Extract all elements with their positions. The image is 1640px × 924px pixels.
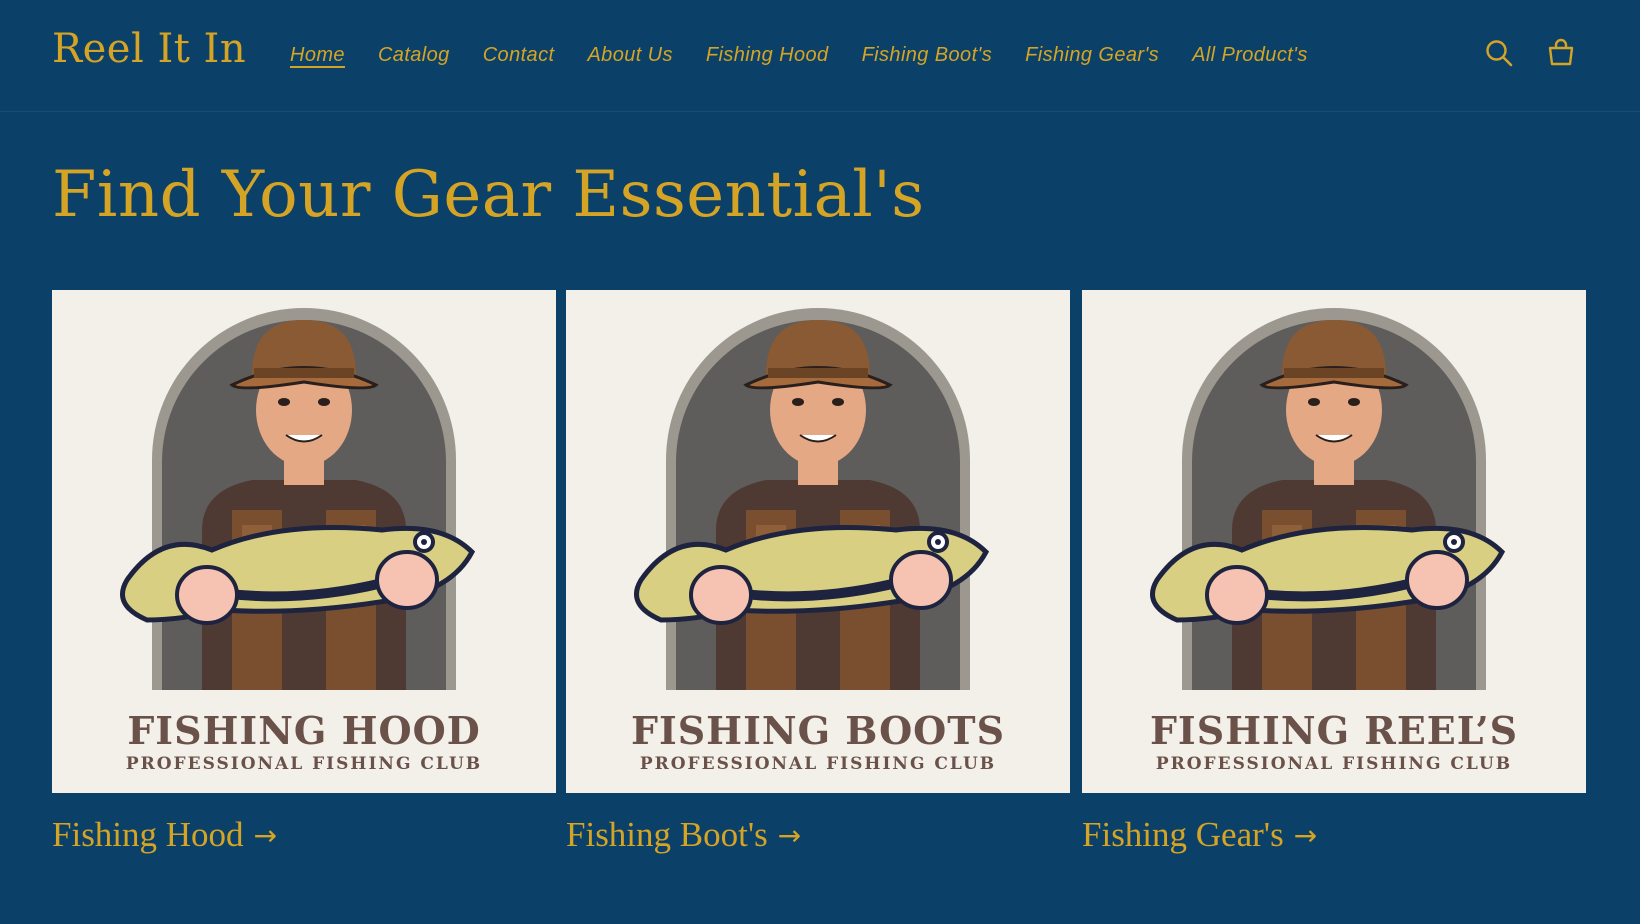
collection-card[interactable]: FISHING REEL’S PROFESSIONAL FISHING CLUB… [1082, 290, 1586, 855]
arrow-right-icon: → [1293, 818, 1318, 852]
collection-card-link-label: Fishing Hood [52, 815, 244, 854]
collection-card-badge-subtitle: PROFESSIONAL FISHING CLUB [639, 754, 997, 774]
cart-button[interactable] [1544, 36, 1578, 70]
site-header: Reel It In Home Catalog Contact About Us… [0, 0, 1640, 112]
collection-card[interactable]: FISHING HOOD PROFESSIONAL FISHING CLUB F… [52, 290, 556, 855]
arrow-right-icon: → [253, 818, 278, 852]
collection-card-link[interactable]: Fishing Hood → [52, 815, 277, 855]
collection-card-image[interactable]: FISHING BOOTS PROFESSIONAL FISHING CLUB [566, 290, 1070, 793]
nav-contact[interactable]: Contact [483, 44, 555, 67]
nav-about-us[interactable]: About Us [587, 44, 672, 67]
collection-card-image[interactable]: FISHING HOOD PROFESSIONAL FISHING CLUB [52, 290, 556, 793]
main-nav: Home Catalog Contact About Us Fishing Ho… [290, 40, 1308, 70]
search-icon [1486, 40, 1513, 67]
nav-all-products[interactable]: All Product's [1192, 44, 1308, 67]
collection-card-badge-title: FISHING HOOD [127, 708, 481, 753]
collection-card-link[interactable]: Fishing Boot's → [566, 815, 801, 855]
collection-card-link-label: Fishing Gear's [1082, 815, 1284, 854]
nav-catalog[interactable]: Catalog [378, 44, 450, 67]
nav-fishing-boots[interactable]: Fishing Boot's [862, 44, 993, 67]
collection-card-badge-title: FISHING REEL’S [1149, 708, 1519, 753]
arrow-right-icon: → [777, 818, 802, 852]
collection-card-badge-subtitle: PROFESSIONAL FISHING CLUB [125, 754, 483, 774]
collection-card-link[interactable]: Fishing Gear's → [1082, 815, 1317, 855]
collection-card[interactable]: FISHING BOOTS PROFESSIONAL FISHING CLUB … [566, 290, 1070, 855]
collection-card-badge-subtitle: PROFESSIONAL FISHING CLUB [1155, 754, 1513, 774]
cart-icon [1548, 38, 1574, 66]
site-logo[interactable]: Reel It In [52, 26, 246, 72]
nav-home[interactable]: Home [290, 44, 345, 67]
collection-card-image[interactable]: FISHING REEL’S PROFESSIONAL FISHING CLUB [1082, 290, 1586, 793]
search-button[interactable] [1482, 36, 1516, 70]
collection-card-link-label: Fishing Boot's [566, 815, 768, 854]
nav-fishing-gears[interactable]: Fishing Gear's [1025, 44, 1159, 67]
collection-card-badge-title: FISHING BOOTS [630, 708, 1006, 753]
page-title: Find Your Gear Essential's [52, 158, 925, 232]
nav-fishing-hood[interactable]: Fishing Hood [706, 44, 829, 67]
